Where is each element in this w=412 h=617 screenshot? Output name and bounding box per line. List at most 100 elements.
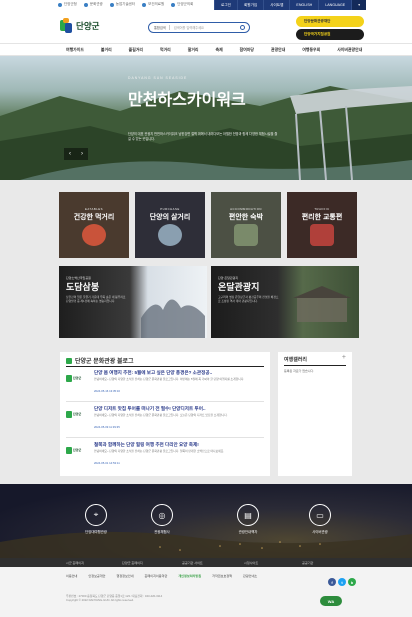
nav-item[interactable]: 축제 [215, 47, 222, 53]
category-tile-shopping[interactable]: PURCHASE 단양의 살거리 [135, 192, 205, 258]
hero-title: 만천하스카이워크 [128, 92, 246, 109]
map-pin-icon: ⌖ [85, 504, 107, 526]
empty-message: 등록된 자료가 없습니다. [284, 369, 315, 373]
quick-menu-section: ⌖ 단양대여행관광 ◎ 관광체험사 ▤ 관광안내책자 ▭ 사이버관광 [0, 484, 412, 564]
blog-title: 단양군 문화관광 블로그 [66, 356, 134, 365]
english-link[interactable]: ENGLISH [289, 0, 319, 10]
nav-item[interactable]: 관광안내 [271, 47, 285, 53]
divider [66, 366, 264, 367]
nav-item[interactable]: 볼거리 [101, 47, 112, 53]
footer-link[interactable]: 관광안내소 [243, 573, 257, 578]
blog-post[interactable]: 단양군 철쭉과 함께하는 단양 힐링 여행 추천 다리안 요양 축제! 안녕하세… [66, 440, 264, 474]
login-link[interactable]: 로그인 [214, 0, 237, 10]
related-link[interactable]: 문화관광 [83, 2, 103, 7]
category-tile-traffic[interactable]: TRAFFIC 편리한 교통편 [287, 192, 357, 258]
site-select[interactable]: 시군 홈페이지 [66, 560, 84, 565]
camera-icon: ◎ [151, 504, 173, 526]
footer-link[interactable]: 이용안내 [66, 573, 77, 578]
nav-item[interactable]: 여행동우회 [302, 47, 320, 53]
related-link[interactable]: 농업기술센터 [109, 2, 135, 7]
circle-icon [109, 2, 114, 7]
logo-mark-icon [66, 410, 72, 418]
footer-address: 우편번호 : 27000 충청북도 단양군 단양읍 중앙1로 123 / 대표전… [66, 594, 163, 603]
quick-menu-item[interactable]: ▭ 사이버관광 [300, 504, 340, 534]
plus-icon[interactable]: + [342, 354, 346, 361]
footer-links: 이용안내 안정보공개안 행정정보안내 홈페이지이용약관 개인정보처리방침 저작권… [66, 573, 268, 578]
search-box: 통합검색 검색어를 입력해주세요 [148, 22, 250, 33]
gallery-title: 여행갤러리 [284, 357, 308, 363]
feature-tile-ondal[interactable]: 단양 온달관광지 온달관광지 고구려의 명장 온달장군과 평강공주의 전설을 배… [211, 266, 359, 338]
site-select[interactable]: 단양군 홈페이지 [122, 560, 143, 565]
geopark-banner[interactable]: 단양국가지질공원 [296, 29, 364, 40]
book-icon: ▤ [237, 504, 259, 526]
logo-mark-icon [60, 18, 73, 34]
hero-description: 단양의 대표 관광지 만천하스카이워크 남한강변 절벽 위에서 내려다보는 아찔… [128, 132, 278, 141]
shopping-icon [158, 224, 182, 246]
blog-post[interactable]: 단양군 단양 봄 여행지 추천: 5월에 보고 싶은 단양 풍경은? 소관정공.… [66, 368, 264, 402]
circle-icon [171, 2, 176, 7]
site-header: 단양군 통합검색 검색어를 입력해주세요 단양문화관광재단 단양국가지질공원 [0, 13, 412, 43]
lodging-icon [234, 224, 258, 246]
nav-item[interactable]: 즐길거리 [129, 47, 143, 53]
footer-link[interactable]: 저작권보호정책 [212, 573, 232, 578]
nav-item[interactable]: 사이버관광안내 [337, 47, 362, 53]
circle-icon [83, 2, 88, 7]
chevron-down-icon[interactable]: ▾ [351, 0, 366, 10]
category-tiles: EATABLES 건강한 먹거리 PURCHASE 단양의 살거리 ACCOMM… [59, 192, 357, 258]
chevron-left-icon[interactable]: ‹ [64, 148, 76, 160]
blog-icon [66, 357, 72, 364]
chevron-right-icon[interactable]: › [76, 148, 88, 160]
blog-panel: 단양군 문화관광 블로그 단양군 단양 봄 여행지 추천: 5월에 보고 싶은 … [60, 352, 270, 476]
related-link[interactable]: 보건의료원 [142, 2, 164, 7]
monitor-icon: ▭ [309, 504, 331, 526]
blog-icon[interactable]: b [348, 578, 356, 586]
site-select[interactable]: 시청사이트 [244, 560, 258, 565]
footer-link[interactable]: 홈페이지이용약관 [145, 573, 168, 578]
quick-menu-item[interactable]: ⌖ 단양대여행관광 [76, 504, 116, 534]
related-link[interactable]: 단양군청 [58, 2, 77, 7]
culture-foundation-banner[interactable]: 단양문화관광재단 [296, 16, 364, 27]
feature-tile-dodamsambong[interactable]: 단양소백산국립공원 도담삼봉 남한강의 맑은 물줄기 가운데 우뚝 솟은 세 봉… [59, 266, 207, 338]
related-sites-bar: 시군 홈페이지 단양군 홈페이지 공공기관 사이트 시청사이트 공공기관 [0, 558, 412, 567]
search-scope-select[interactable]: 통합검색 [149, 25, 170, 30]
divider [284, 365, 346, 366]
related-site-links: 단양군청 문화관광 농업기술센터 보건의료원 단양군의회 [58, 2, 193, 7]
sitemap-link[interactable]: 사이트맵 [263, 0, 290, 10]
nav-item[interactable]: 참여마당 [240, 47, 254, 53]
signup-link[interactable]: 회원가입 [236, 0, 264, 10]
blog-thumb: 단양군 [66, 444, 88, 456]
site-logo[interactable]: 단양군 [60, 18, 99, 34]
twitter-icon[interactable]: t [338, 578, 346, 586]
footer-link[interactable]: 행정정보안내 [116, 573, 133, 578]
category-tile-food[interactable]: EATABLES 건강한 먹거리 [59, 192, 129, 258]
footer-link[interactable]: 안정보공개안 [88, 573, 105, 578]
circle-icon [58, 2, 62, 7]
facebook-icon[interactable]: f [328, 578, 336, 586]
site-select[interactable]: 공공기관 [302, 560, 313, 565]
site-footer: 이용안내 안정보공개안 행정정보안내 홈페이지이용약관 개인정보처리방침 저작권… [0, 567, 412, 617]
nav-item[interactable]: 먹거리 [160, 47, 171, 53]
top-utility-bar: 단양군청 문화관광 농업기술센터 보건의료원 단양군의회 로그인 회원가입 사이… [0, 0, 412, 13]
nav-item[interactable]: 잘거리 [188, 47, 199, 53]
related-link[interactable]: 단양군의회 [171, 2, 193, 7]
traffic-icon [310, 224, 334, 246]
category-tile-lodging[interactable]: ACCOMMODATION 편안한 숙박 [211, 192, 281, 258]
search-icon[interactable] [240, 25, 245, 30]
blog-thumb: 단양군 [66, 372, 88, 384]
nav-item[interactable]: 여행가이드 [66, 47, 84, 53]
circle-icon [142, 2, 147, 7]
site-select[interactable]: 공공기관 사이트 [182, 560, 203, 565]
logo-mark-icon [66, 374, 72, 382]
blog-post[interactable]: 단양군 단양 디저트 맛집 투어를 떠나기 전 필수! 단양디저트 투어.. 안… [66, 404, 264, 438]
hero-image [0, 86, 412, 180]
privacy-policy-link[interactable]: 개인정보처리방침 [178, 573, 201, 578]
night-city-image [0, 531, 412, 564]
sns-links: f t b [328, 578, 356, 586]
food-icon [82, 224, 106, 246]
search-input[interactable]: 검색어를 입력해주세요 [170, 25, 240, 30]
page: 단양군청 문화관광 농업기술센터 보건의료원 단양군의회 로그인 회원가입 사이… [0, 0, 412, 617]
quick-menu-item[interactable]: ◎ 관광체험사 [142, 504, 182, 534]
quick-menu-item[interactable]: ▤ 관광안내책자 [228, 504, 268, 534]
main-navigation: 여행가이드 볼거리 즐길거리 먹거리 잘거리 축제 참여마당 관광안내 여행동우… [0, 43, 412, 56]
language-select[interactable]: LANGUAGE [318, 0, 352, 10]
